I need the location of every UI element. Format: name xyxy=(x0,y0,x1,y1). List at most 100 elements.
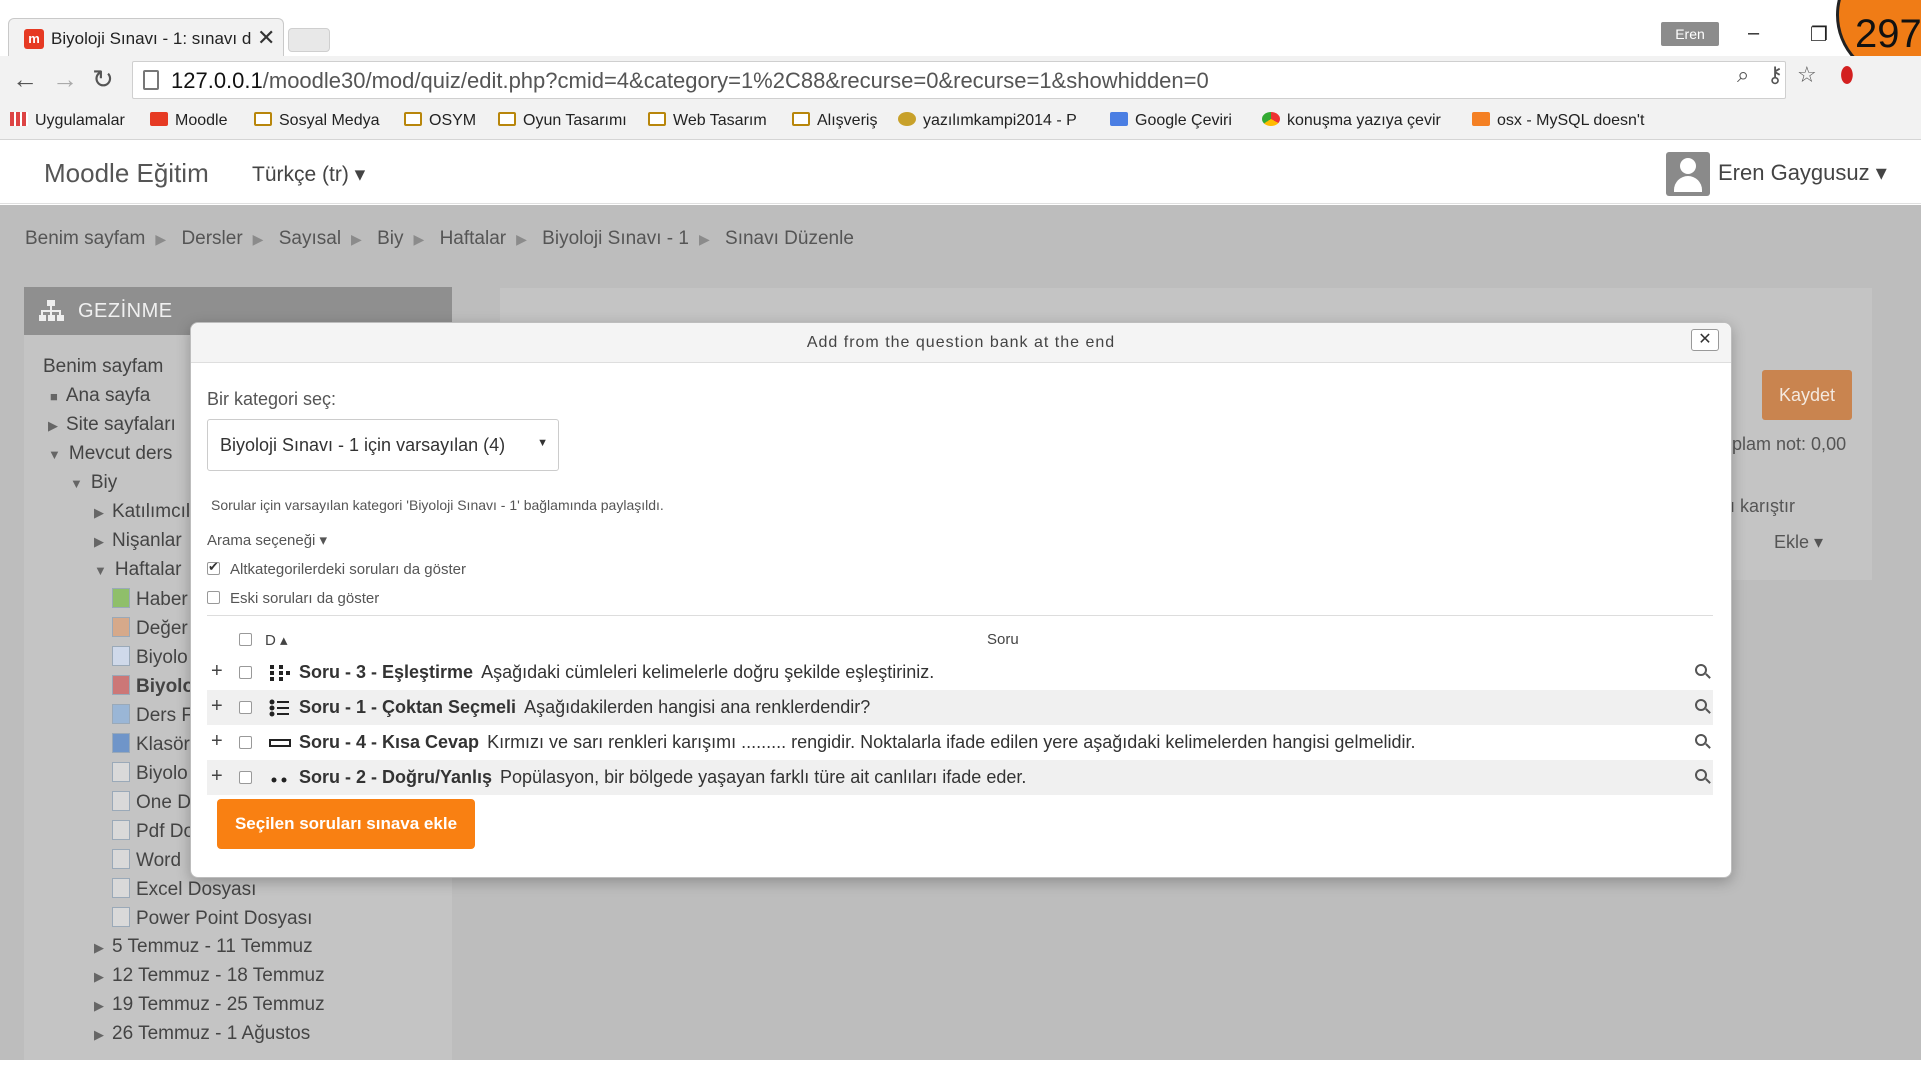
nav-item[interactable]: Power Point Dosyası xyxy=(112,907,312,930)
nav-item[interactable]: ▼ Haftalar xyxy=(94,559,181,581)
preview-magnifier-icon[interactable] xyxy=(1695,734,1707,746)
breadcrumb-item[interactable]: Biyoloji Sınavı - 1 xyxy=(542,228,689,249)
minimize-icon[interactable]: – xyxy=(1748,22,1759,45)
key-icon[interactable]: ⚷ xyxy=(1767,62,1783,88)
bookmark-google-translate[interactable]: Google Çeviri xyxy=(1110,112,1232,130)
breadcrumb-item[interactable]: Haftalar xyxy=(440,228,507,249)
nav-item[interactable]: ▼ Biy xyxy=(70,472,117,494)
add-question-icon[interactable]: + xyxy=(211,660,223,683)
nav-item[interactable]: Word xyxy=(112,849,181,872)
tab-close-icon[interactable]: ✕ xyxy=(257,25,275,51)
bookmark-yazilimkampi[interactable]: yazılımkampi2014 - P xyxy=(898,112,1098,130)
search-options-toggle[interactable]: Arama seçeneği ▾ xyxy=(207,531,327,549)
add-question-icon[interactable]: + xyxy=(211,730,223,753)
bookmark-folder[interactable]: Oyun Tasarımı xyxy=(498,112,627,130)
breadcrumb-item[interactable]: Sayısal xyxy=(279,228,341,249)
add-selected-questions-button[interactable]: Seçilen soruları sınava ekle xyxy=(217,799,475,849)
add-menu[interactable]: Ekle ▾ xyxy=(1774,532,1823,553)
profile-chip[interactable]: Eren xyxy=(1661,22,1719,46)
reload-icon[interactable]: ↻ xyxy=(92,64,114,95)
star-icon[interactable]: ☆ xyxy=(1797,62,1817,88)
avatar[interactable] xyxy=(1666,152,1710,196)
question-column-header[interactable]: Soru xyxy=(987,631,1019,648)
nav-item[interactable]: ▶ 5 Temmuz - 11 Temmuz xyxy=(94,936,313,958)
nav-item[interactable]: ▶ Site sayfaları xyxy=(48,414,176,436)
nav-item-active[interactable]: Biyolo xyxy=(112,675,194,698)
tab-strip: m Biyoloji Sınavı - 1: sınavı d ✕ Eren –… xyxy=(0,0,1921,80)
breadcrumb-item[interactable]: Benim sayfam xyxy=(25,228,145,249)
nav-item[interactable]: Pdf Do xyxy=(112,820,194,843)
question-checkbox[interactable] xyxy=(239,771,252,784)
question-bank-dialog: Add from the question bank at the end ✕ … xyxy=(190,322,1732,878)
breadcrumb-item[interactable]: Biy xyxy=(377,228,403,249)
bookmark-speech[interactable]: konuşma yazıya çevir xyxy=(1262,112,1458,130)
nav-item[interactable]: One D xyxy=(112,791,191,814)
bookmark-folder[interactable]: OSYM xyxy=(404,112,476,130)
bookmark-apps[interactable]: Uygulamalar xyxy=(10,112,125,130)
subcategories-option[interactable]: Altkategorilerdeki soruları da göster xyxy=(207,559,466,578)
forward-icon[interactable]: → xyxy=(52,64,78,95)
preview-magnifier-icon[interactable] xyxy=(1695,769,1707,781)
tab-title: Biyoloji Sınavı - 1: sınavı d xyxy=(51,29,251,48)
question-label: Soru - 4 - Kısa Cevap Kırmızı ve sarı ren… xyxy=(299,732,1416,752)
question-checkbox[interactable] xyxy=(239,666,252,679)
site-brand[interactable]: Moodle Eğitim xyxy=(44,158,209,189)
restore-icon[interactable]: ❐ xyxy=(1810,22,1828,47)
language-menu[interactable]: Türkçe (tr) ▾ xyxy=(252,162,365,187)
bookmark-folder[interactable]: Alışveriş xyxy=(792,112,877,130)
shuffle-option[interactable]: ı karıştır xyxy=(1730,496,1795,517)
old-questions-checkbox[interactable] xyxy=(207,591,220,604)
page-number: 297 xyxy=(1855,12,1921,56)
table-row: + Soru - 2 - Doğru/Yanlış Popülasyon, bir… xyxy=(207,760,1713,795)
nav-item[interactable]: ▶ Katılımcıl xyxy=(94,501,190,523)
caret-right-icon: ▶ xyxy=(48,418,58,433)
save-button[interactable]: Kaydet xyxy=(1762,370,1852,420)
category-select[interactable]: Biyoloji Sınavı - 1 için varsayılan (4) … xyxy=(207,419,559,471)
nav-item[interactable]: Excel Dosyası xyxy=(112,878,256,901)
preview-magnifier-icon[interactable] xyxy=(1695,664,1707,676)
nav-item[interactable]: ▶ Nişanlar xyxy=(94,530,182,552)
close-icon[interactable]: ✕ xyxy=(1691,329,1719,351)
old-questions-option[interactable]: Eski soruları da göster xyxy=(207,590,379,607)
user-menu[interactable]: Eren Gaygusuz ▾ xyxy=(1718,160,1887,186)
question-checkbox[interactable] xyxy=(239,701,252,714)
bookmark-stackoverflow[interactable]: osx - MySQL doesn't xyxy=(1472,112,1668,130)
question-checkbox[interactable] xyxy=(239,736,252,749)
browser-tab[interactable]: m Biyoloji Sınavı - 1: sınavı d ✕ xyxy=(8,18,284,58)
zoom-icon[interactable]: ⌕ xyxy=(1737,62,1749,88)
bookmark-folder[interactable]: Web Tasarım xyxy=(648,112,767,130)
nav-item[interactable]: ▶ 12 Temmuz - 18 Temmuz xyxy=(94,965,325,987)
nav-item[interactable]: Biyolo xyxy=(112,762,188,785)
add-question-icon[interactable]: + xyxy=(211,695,223,718)
nav-item[interactable]: ▼ Mevcut ders xyxy=(48,443,172,465)
caret-right-icon: ▶ xyxy=(94,534,104,549)
nav-item[interactable]: Değer xyxy=(112,617,188,640)
nav-item[interactable]: Klasör xyxy=(112,733,190,756)
nav-item[interactable]: Benim sayfam xyxy=(43,356,163,378)
breadcrumb-item[interactable]: Dersler xyxy=(181,228,242,249)
caret-right-icon: ▶ xyxy=(94,969,104,984)
nav-item[interactable]: ■ Ana sayfa xyxy=(50,385,150,407)
nav-item[interactable]: ▶ 19 Temmuz - 25 Temmuz xyxy=(94,994,325,1016)
select-all-checkbox[interactable] xyxy=(239,633,252,646)
opera-extension-icon[interactable]: ⬮ xyxy=(1840,62,1854,88)
new-tab-button[interactable] xyxy=(288,28,330,52)
back-icon[interactable]: ← xyxy=(12,64,38,95)
folder-icon xyxy=(112,733,130,753)
nav-item[interactable]: Haber xyxy=(112,588,188,611)
nav-item[interactable]: ▶ 26 Temmuz - 1 Ağustos xyxy=(94,1023,310,1045)
bookmark-moodle[interactable]: Moodle xyxy=(150,112,227,130)
add-question-icon[interactable]: + xyxy=(211,765,223,788)
preview-magnifier-icon[interactable] xyxy=(1695,699,1707,711)
bookmarks-bar: Uygulamalar Moodle Sosyal Medya OSYM Oyu… xyxy=(0,104,1921,140)
table-row: + Soru - 3 - Eşleştirme Aşağıdaki cümlele… xyxy=(207,655,1713,690)
address-bar[interactable]: 127.0.0.1/moodle30/mod/quiz/edit.php?cmi… xyxy=(132,61,1786,99)
subcategories-checkbox[interactable] xyxy=(207,559,220,575)
table-row: + Soru - 4 - Kısa Cevap Kırmızı ve sarı r… xyxy=(207,725,1713,760)
sort-type-column[interactable]: D ▴ xyxy=(265,631,288,649)
nav-item[interactable]: Ders F xyxy=(112,704,193,727)
file-icon xyxy=(112,878,130,898)
nav-item[interactable]: Biyolo xyxy=(112,646,188,669)
bookmark-folder[interactable]: Sosyal Medya xyxy=(254,112,380,130)
shortanswer-type-icon xyxy=(269,739,291,747)
